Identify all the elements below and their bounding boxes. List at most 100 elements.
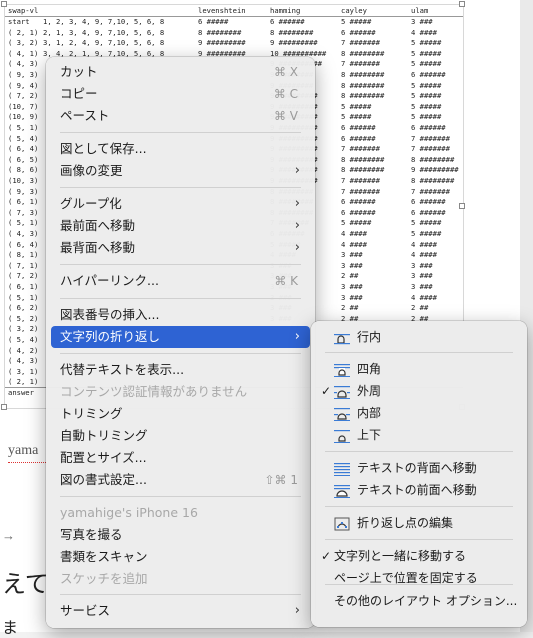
- table-row-seq: 3, 1, 2, 4, 9, 7,10, 5, 6, 8: [43, 38, 165, 48]
- table-row-label: start: [8, 17, 30, 26]
- submenu-item-move-with-text[interactable]: ✓ 文字列と一緒に移動する: [316, 545, 522, 567]
- wrap-top-bottom-icon: [334, 428, 350, 444]
- table-row-label: ( 9, 3): [8, 70, 39, 79]
- table-cell-ulam: 7 #######: [411, 144, 450, 154]
- wrap-inline-icon: [334, 330, 350, 345]
- table-cell-cayley: 3 ###: [341, 260, 363, 270]
- menu-item-position-and-size[interactable]: 配置とサイズ...: [51, 447, 310, 469]
- menu-item-add-sketch: スケッチを追加: [51, 568, 310, 590]
- submenu-item-top-and-bottom[interactable]: 上下: [316, 424, 522, 446]
- table-row-label: (10, 7): [8, 101, 39, 111]
- menu-item-label: 写真を撮る: [60, 527, 123, 542]
- menu-item-change-picture[interactable]: 画像の変更 ›: [51, 160, 310, 182]
- submenu-item-square[interactable]: 四角: [316, 358, 522, 380]
- table-cell-cayley: 8 ########: [341, 70, 385, 79]
- table-cell-cayley: 7 #######: [341, 38, 380, 48]
- table-row-label: ( 8, 6): [8, 165, 39, 175]
- edit-wrap-points-icon: [334, 516, 350, 531]
- menu-separator: [60, 264, 301, 265]
- menu-item-scan-documents[interactable]: 書類をスキャン: [51, 546, 310, 568]
- submenu-item-through[interactable]: 内部: [316, 402, 522, 424]
- menu-item-label: コピー: [60, 86, 98, 101]
- submenu-item-label: 行内: [357, 330, 382, 344]
- submenu-item-more-layout-options[interactable]: その他のレイアウト オプション...: [316, 590, 522, 612]
- table-row-seq: 1, 2, 3, 4, 9, 7,10, 5, 6, 8: [43, 17, 165, 26]
- shortcut-label: ⌘ K: [274, 274, 298, 288]
- resize-handle-tl[interactable]: [1, 1, 7, 7]
- menu-item-label: 図の書式設定...: [60, 472, 147, 487]
- chevron-right-icon: ›: [294, 218, 300, 233]
- table-cell-hamming: 9 #########: [270, 38, 318, 48]
- menu-item-format-picture[interactable]: 図の書式設定... ⇧⌘ 1: [51, 469, 310, 491]
- table-row-label: ( 5, 4): [8, 133, 39, 143]
- menu-item-label: グループ化: [60, 196, 122, 211]
- table-cell-hamming: 8 ########: [270, 27, 314, 37]
- table-cell-cayley: 6 ######: [341, 207, 376, 217]
- menu-item-label: 書類をスキャン: [60, 549, 148, 564]
- menu-item-bring-to-front[interactable]: 最前面へ移動 ›: [51, 215, 310, 237]
- shortcut-label: ⌘ V: [273, 109, 298, 123]
- resize-handle-tr[interactable]: [459, 1, 465, 7]
- submenu-item-fix-position-on-page[interactable]: ページ上で位置を固定する: [316, 567, 522, 589]
- table-cell-ulam: 2 ##: [411, 303, 429, 313]
- menu-item-label: 図表番号の挿入...: [60, 307, 160, 322]
- menu-separator: [325, 451, 513, 452]
- menu-separator: [60, 496, 301, 497]
- table-row-label: (10, 3): [8, 176, 39, 185]
- submenu-item-edit-wrap-points[interactable]: 折り返し点の編集: [316, 512, 522, 534]
- table-cell-cayley: 8 ########: [341, 91, 385, 101]
- table-cell-cayley: 8 ########: [341, 80, 385, 90]
- submenu-item-tight[interactable]: ✓ 外周: [316, 380, 522, 402]
- menu-item-send-to-back[interactable]: 最背面へ移動 ›: [51, 237, 310, 259]
- resize-handle-right[interactable]: [459, 203, 465, 209]
- table-row-label: ( 4, 1): [8, 48, 39, 58]
- menu-separator: [325, 506, 513, 507]
- menu-item-view-alt-text[interactable]: 代替テキストを表示...: [51, 359, 310, 381]
- table-cell-ulam: 4 ####: [411, 239, 437, 249]
- menu-item-hyperlink[interactable]: ハイパーリンク... ⌘ K: [51, 270, 310, 292]
- table-cell-ulam: 6 ######: [411, 197, 446, 207]
- context-menu: カット ⌘ X コピー ⌘ C ペースト ⌘ V 図として保存... 画像の変更 › グループ化 ›…: [46, 57, 315, 628]
- shortcut-label: ⌘ X: [273, 65, 298, 79]
- table-cell-ulam: 8 ########: [411, 154, 455, 164]
- menu-item-wrap-text[interactable]: 文字列の折り返し ›: [51, 326, 310, 348]
- table-cell-ulam: 3 ###: [411, 271, 433, 281]
- menu-item-label: ハイパーリンク...: [60, 273, 159, 288]
- submenu-item-behind-text[interactable]: テキストの背面へ移動: [316, 457, 522, 479]
- submenu-item-label: テキストの背面へ移動: [357, 461, 477, 475]
- checkmark-icon: ✓: [321, 549, 332, 563]
- menu-item-copy[interactable]: コピー ⌘ C: [51, 83, 310, 105]
- table-cell-cayley: 7 #######: [341, 59, 380, 69]
- menu-item-take-photo[interactable]: 写真を撮る: [51, 524, 310, 546]
- chevron-right-icon: ›: [294, 603, 300, 618]
- menu-item-label: 図として保存...: [60, 141, 147, 156]
- table-row-label: ( 5, 1): [8, 218, 39, 228]
- menu-item-paste[interactable]: ペースト ⌘ V: [51, 105, 310, 127]
- menu-item-save-as-picture[interactable]: 図として保存...: [51, 138, 310, 160]
- menu-item-insert-caption[interactable]: 図表番号の挿入...: [51, 304, 310, 326]
- submenu-item-inline[interactable]: 行内: [316, 326, 522, 348]
- table-cell-cayley: 6 ######: [341, 123, 376, 132]
- table-cell-levenshtein: 6 #####: [198, 17, 229, 26]
- menu-item-services[interactable]: サービス ›: [51, 600, 310, 622]
- menu-item-cut[interactable]: カット ⌘ X: [51, 61, 310, 83]
- table-cell-cayley: 4 ####: [341, 229, 367, 238]
- menu-item-label: yamahige's iPhone 16: [60, 505, 198, 520]
- menu-item-crop[interactable]: トリミング: [51, 403, 310, 425]
- table-row-label: ( 5, 1): [8, 123, 39, 132]
- submenu-item-label: 上下: [357, 428, 382, 442]
- table-row-label: ( 6, 2): [8, 303, 39, 313]
- table-cell-ulam: 5 #####: [411, 38, 442, 48]
- table-cell-ulam: 3 ###: [411, 260, 433, 270]
- menu-item-label: 文字列の折り返し: [60, 329, 161, 344]
- table-cell-ulam: 3 ###: [411, 17, 433, 26]
- resize-handle-bl[interactable]: [1, 404, 7, 410]
- table-cell-cayley: 4 ####: [341, 239, 367, 249]
- table-cell-cayley: 6 ######: [341, 133, 376, 143]
- table-row-label: ( 6, 4): [8, 239, 39, 249]
- menu-item-group[interactable]: グループ化 ›: [51, 193, 310, 215]
- table-cell-ulam: 5 #####: [411, 48, 442, 58]
- menu-item-auto-crop[interactable]: 自動トリミング: [51, 425, 310, 447]
- table-cell-cayley: 6 ######: [341, 27, 376, 37]
- submenu-item-in-front-of-text[interactable]: テキストの前面へ移動: [316, 479, 522, 501]
